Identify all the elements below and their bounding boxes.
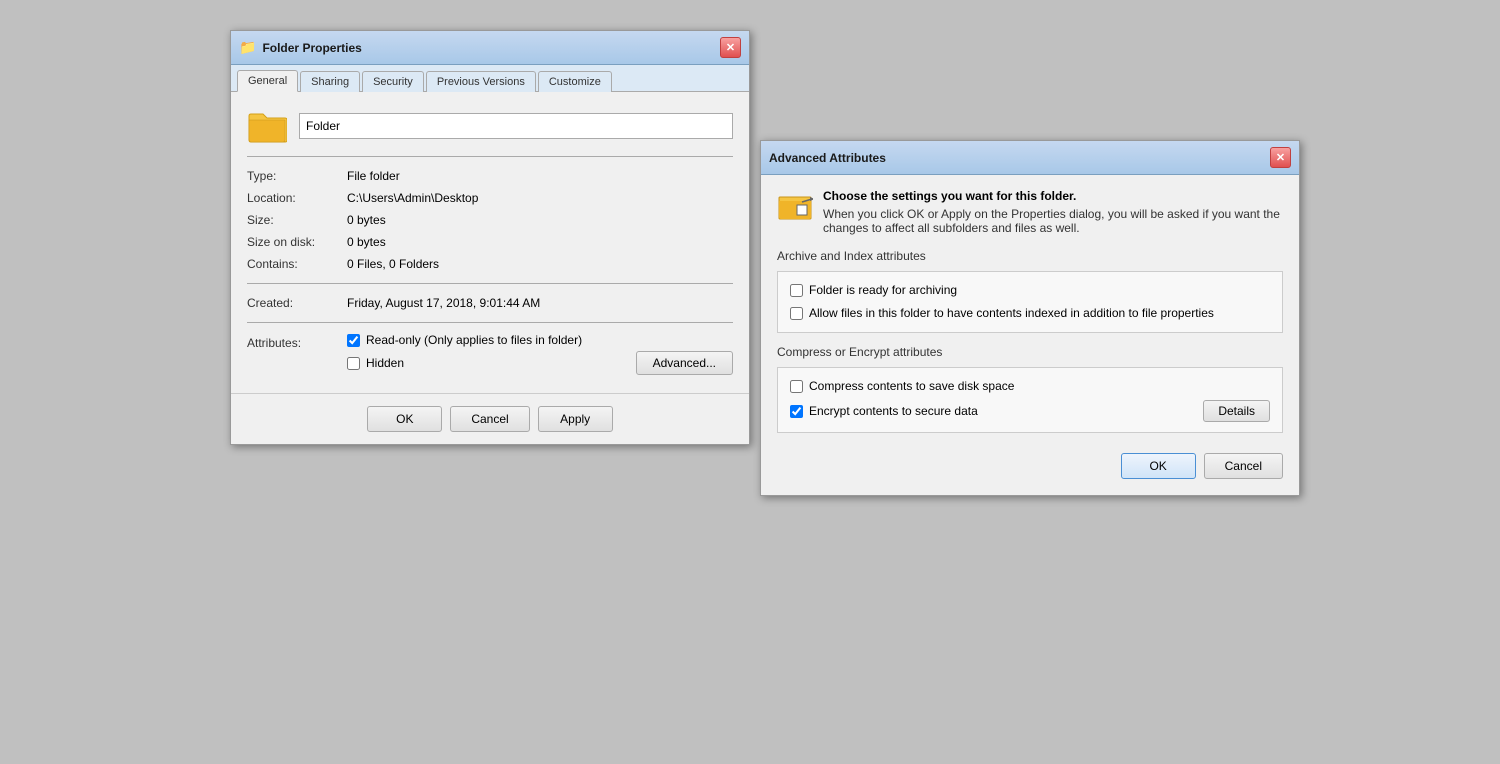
prop-contains-value: 0 Files, 0 Folders xyxy=(347,257,439,271)
prop-created-label: Created: xyxy=(247,296,347,310)
adv-header-row: Choose the settings you want for this fo… xyxy=(777,189,1283,235)
prop-type-label: Type: xyxy=(247,169,347,183)
compress-check1-row: Compress contents to save disk space xyxy=(790,378,1270,395)
archive-check2-row: Allow files in this folder to have conte… xyxy=(790,305,1270,322)
prop-size-value: 0 bytes xyxy=(347,213,386,227)
encrypt-checkbox[interactable] xyxy=(790,405,803,418)
tab-sharing[interactable]: Sharing xyxy=(300,71,360,92)
archive-section-title: Archive and Index attributes xyxy=(777,249,1283,263)
tab-security[interactable]: Security xyxy=(362,71,424,92)
tabs-bar: General Sharing Security Previous Versio… xyxy=(231,65,749,92)
prop-contains: Contains: 0 Files, 0 Folders xyxy=(247,253,733,275)
adv-titlebar-left: Advanced Attributes xyxy=(769,151,886,165)
compress-section-title: Compress or Encrypt attributes xyxy=(777,345,1283,359)
readonly-checkbox[interactable] xyxy=(347,334,360,347)
adv-ok-button[interactable]: OK xyxy=(1121,453,1196,479)
readonly-check-row: Read-only (Only applies to files in fold… xyxy=(347,333,733,347)
advanced-button[interactable]: Advanced... xyxy=(636,351,733,375)
advanced-attrs-content: Choose the settings you want for this fo… xyxy=(761,175,1299,495)
titlebar-left: 📁 Folder Properties xyxy=(239,39,362,56)
cancel-button[interactable]: Cancel xyxy=(450,406,529,432)
archive-check1[interactable] xyxy=(790,284,803,297)
encrypt-row: Encrypt contents to secure data Details xyxy=(790,400,1270,422)
ok-button[interactable]: OK xyxy=(367,406,442,432)
advanced-attrs-titlebar: Advanced Attributes ✕ xyxy=(761,141,1299,175)
attributes-row: Attributes: Read-only (Only applies to f… xyxy=(247,331,733,377)
prop-size-on-disk: Size on disk: 0 bytes xyxy=(247,231,733,253)
attributes-label: Attributes: xyxy=(247,333,347,350)
prop-type-value: File folder xyxy=(347,169,400,183)
details-button[interactable]: Details xyxy=(1203,400,1270,422)
separator-3 xyxy=(247,322,733,323)
adv-desc-line1: Choose the settings you want for this fo… xyxy=(823,189,1283,203)
prop-size-on-disk-label: Size on disk: xyxy=(247,235,347,249)
adv-bottom-buttons: OK Cancel xyxy=(777,445,1283,481)
prop-created-value: Friday, August 17, 2018, 9:01:44 AM xyxy=(347,296,540,310)
folder-name-input[interactable] xyxy=(299,113,733,139)
prop-location: Location: C:\Users\Admin\Desktop xyxy=(247,187,733,209)
archive-check2-label: Allow files in this folder to have conte… xyxy=(809,305,1214,322)
folder-title-icon: 📁 xyxy=(239,39,256,56)
prop-type: Type: File folder xyxy=(247,165,733,187)
separator-1 xyxy=(247,156,733,157)
prop-size: Size: 0 bytes xyxy=(247,209,733,231)
folder-header xyxy=(247,108,733,144)
adv-desc-line2: When you click OK or Apply on the Proper… xyxy=(823,207,1283,235)
advanced-attrs-close-button[interactable]: ✕ xyxy=(1270,147,1291,168)
folder-props-close-button[interactable]: ✕ xyxy=(720,37,741,58)
separator-2 xyxy=(247,283,733,284)
apply-button[interactable]: Apply xyxy=(538,406,613,432)
properties-table: Type: File folder Location: C:\Users\Adm… xyxy=(247,165,733,275)
adv-description: Choose the settings you want for this fo… xyxy=(823,189,1283,235)
prop-contains-label: Contains: xyxy=(247,257,347,271)
compress-check1-label: Compress contents to save disk space xyxy=(809,378,1014,395)
readonly-label: Read-only (Only applies to files in fold… xyxy=(366,333,582,347)
hidden-checkbox[interactable] xyxy=(347,357,360,370)
adv-folder-icon xyxy=(777,189,813,225)
attributes-controls: Read-only (Only applies to files in fold… xyxy=(347,333,733,375)
archive-section-box: Folder is ready for archiving Allow file… xyxy=(777,271,1283,333)
prop-created: Created: Friday, August 17, 2018, 9:01:4… xyxy=(247,292,733,314)
folder-large-icon xyxy=(247,108,287,144)
tab-previous-versions[interactable]: Previous Versions xyxy=(426,71,536,92)
prop-size-on-disk-value: 0 bytes xyxy=(347,235,386,249)
folder-properties-window: 📁 Folder Properties ✕ General Sharing Se… xyxy=(230,30,750,445)
folder-props-buttons: OK Cancel Apply xyxy=(231,393,749,444)
prop-size-label: Size: xyxy=(247,213,347,227)
archive-check1-row: Folder is ready for archiving xyxy=(790,282,1270,299)
encrypt-check-row: Encrypt contents to secure data xyxy=(790,403,978,420)
adv-cancel-button[interactable]: Cancel xyxy=(1204,453,1283,479)
hidden-check-row: Hidden xyxy=(347,356,404,370)
advanced-attrs-title: Advanced Attributes xyxy=(769,151,886,165)
prop-location-label: Location: xyxy=(247,191,347,205)
advanced-attributes-window: Advanced Attributes ✕ Choose the setting… xyxy=(760,140,1300,496)
tab-general[interactable]: General xyxy=(237,70,298,92)
archive-check1-label: Folder is ready for archiving xyxy=(809,282,957,299)
tab-customize[interactable]: Customize xyxy=(538,71,612,92)
hidden-label: Hidden xyxy=(366,356,404,370)
compress-section-box: Compress contents to save disk space Enc… xyxy=(777,367,1283,434)
folder-props-title: Folder Properties xyxy=(262,41,361,55)
folder-props-content: Type: File folder Location: C:\Users\Adm… xyxy=(231,92,749,393)
archive-check2[interactable] xyxy=(790,307,803,320)
compress-check1[interactable] xyxy=(790,380,803,393)
folder-props-titlebar: 📁 Folder Properties ✕ xyxy=(231,31,749,65)
encrypt-label: Encrypt contents to secure data xyxy=(809,403,978,420)
prop-location-value: C:\Users\Admin\Desktop xyxy=(347,191,478,205)
